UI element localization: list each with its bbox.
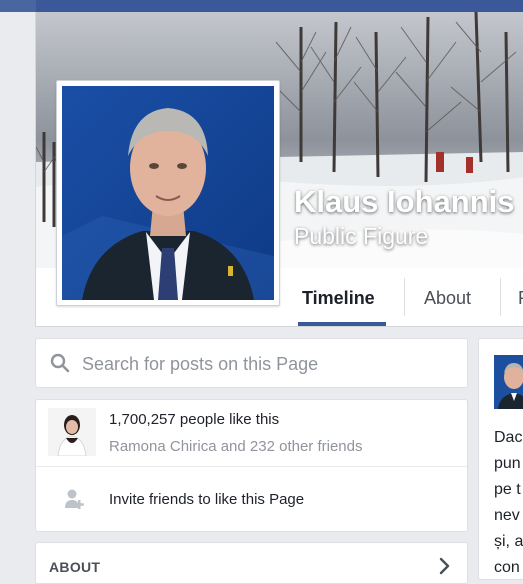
page-category: Public Figure [294, 223, 429, 249]
post-text-line: pe t [494, 481, 521, 498]
top-navigation-bar [0, 0, 523, 12]
page-name: Klaus Iohannis [294, 184, 515, 219]
tab-about[interactable]: About [424, 268, 471, 326]
profile-photo [62, 86, 274, 300]
likes-count: 1,700,257 people like this [109, 411, 280, 428]
page-post-search [35, 338, 468, 388]
divider [36, 466, 467, 467]
tab-divider [404, 278, 405, 316]
active-tab-indicator [298, 322, 386, 326]
portrait-illustration [62, 86, 274, 300]
friend-avatar[interactable] [48, 408, 96, 456]
chevron-right-icon [439, 557, 450, 575]
friend-photo [48, 408, 96, 456]
friends-who-like[interactable]: Ramona Chirica and 232 other friends [109, 438, 362, 455]
invite-friends-icon [65, 489, 84, 509]
post-text-line: și, a [494, 533, 523, 550]
tab-divider [500, 278, 501, 316]
likes-card: 1,700,257 people like this Ramona Chiric… [35, 399, 468, 532]
top-bar-left-segment [0, 0, 36, 12]
post-preview: Dac pun pe t nev și, a con [478, 338, 523, 580]
search-icon [50, 353, 70, 373]
author-photo [494, 355, 523, 409]
post-text-line: nev [494, 507, 520, 524]
about-heading: ABOUT [49, 559, 101, 575]
search-input[interactable] [80, 349, 454, 379]
post-text-line: pun [494, 455, 521, 472]
tab-timeline[interactable]: Timeline [302, 268, 375, 326]
tab-more[interactable]: P [518, 268, 523, 326]
post-author-avatar[interactable] [494, 355, 523, 409]
profile-picture[interactable] [56, 80, 280, 306]
page-header: Klaus Iohannis Public Figure Timeline Ab… [35, 12, 523, 327]
invite-friends-link[interactable]: Invite friends to like this Page [109, 491, 304, 508]
about-section[interactable]: ABOUT [35, 542, 468, 584]
post-text-line: Dac [494, 429, 523, 446]
